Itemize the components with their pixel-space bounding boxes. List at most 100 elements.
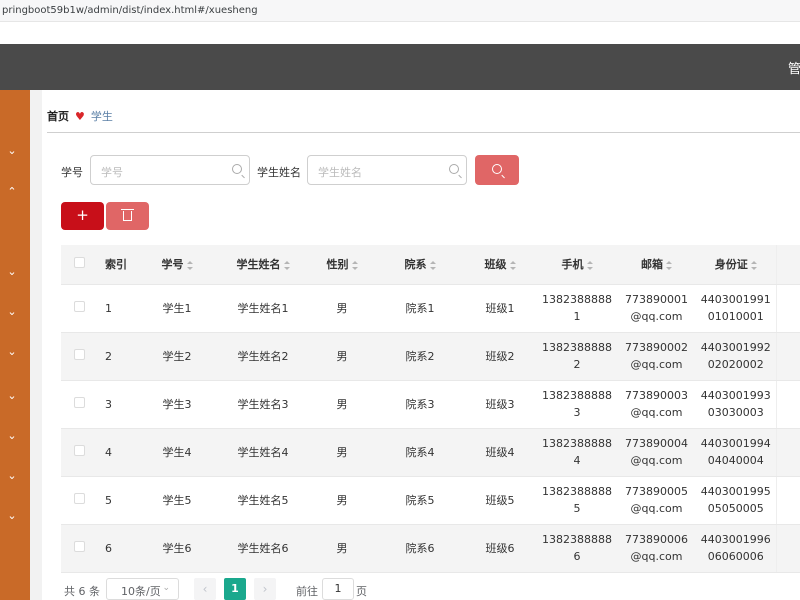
search-id-magnifier-icon	[232, 164, 242, 174]
column-header-email[interactable]: 邮箱	[617, 245, 696, 285]
column-header-id[interactable]: 学号	[135, 245, 219, 285]
breadcrumb-divider	[47, 132, 800, 133]
table-row[interactable]: 6 学生6 学生姓名6 男 院系6 班级6 1382388888 6 773890…	[61, 524, 800, 573]
column-header-label: 学号	[161, 258, 184, 272]
cell-email: 773890003 @qq.com	[617, 380, 696, 429]
cell-idcard-line2: 02020002	[707, 358, 764, 371]
cell-email-line1: 773890006	[625, 533, 688, 546]
trash-icon	[121, 209, 134, 221]
cell-id: 学生4	[135, 428, 219, 477]
cell-name: 学生姓名5	[219, 476, 307, 525]
sort-icon[interactable]	[586, 260, 593, 270]
table-row[interactable]: 1 学生1 学生姓名1 男 院系1 班级1 1382388888 1 773890…	[61, 284, 800, 333]
cell-email-line1: 773890003	[625, 389, 688, 402]
browser-url-bar[interactable]: pringboot59b1w/admin/dist/index.html#/xu…	[0, 0, 800, 22]
row-checkbox[interactable]	[73, 540, 85, 552]
sort-icon[interactable]	[351, 260, 358, 270]
url-text: pringboot59b1w/admin/dist/index.html#/xu…	[2, 5, 258, 16]
sort-icon[interactable]	[509, 260, 516, 270]
row-checkbox[interactable]	[73, 492, 85, 504]
next-page-button[interactable]: ›	[254, 578, 276, 600]
cell-id: 学生5	[135, 476, 219, 525]
sort-icon[interactable]	[750, 260, 757, 270]
row-checkbox-cell[interactable]	[61, 428, 97, 477]
row-checkbox[interactable]	[73, 396, 85, 408]
sidebar-item-4-chevron-icon[interactable]: ⌄	[0, 346, 24, 358]
table-row[interactable]: 5 学生5 学生姓名5 男 院系5 班级5 1382388888 5 773890…	[61, 476, 800, 525]
column-header-dept[interactable]: 院系	[377, 245, 463, 285]
row-checkbox-cell[interactable]	[61, 284, 97, 333]
cell-gender: 男	[307, 284, 377, 333]
sort-icon[interactable]	[186, 260, 193, 270]
row-checkbox-cell[interactable]	[61, 476, 97, 525]
header-user-label[interactable]: 管	[788, 58, 800, 77]
cell-dept: 院系1	[377, 284, 463, 333]
sort-icon[interactable]	[666, 260, 672, 270]
row-checkbox[interactable]	[73, 300, 85, 312]
column-header-name[interactable]: 学生姓名	[219, 245, 307, 285]
cell-name: 学生姓名4	[219, 428, 307, 477]
header-select-all[interactable]	[61, 245, 97, 285]
add-button[interactable]: +	[61, 202, 104, 230]
cell-email: 773890002 @qq.com	[617, 332, 696, 381]
cell-phone: 1382388888 6	[537, 524, 617, 573]
prev-page-button[interactable]: ‹	[194, 578, 216, 600]
search-id-input[interactable]: 学号	[90, 155, 250, 185]
goto-label: 前往	[296, 585, 318, 598]
column-header-index: 索引	[97, 245, 135, 285]
cell-email-line1: 773890002	[625, 341, 688, 354]
sidebar-item-8-chevron-icon[interactable]: ⌄	[0, 510, 24, 522]
cell-phone-line1: 1382388888	[542, 341, 612, 354]
sidebar-item-6-chevron-icon[interactable]: ⌄	[0, 430, 24, 442]
page-size-select[interactable]: 10条/页 ⌄	[106, 578, 179, 600]
sidebar-item-3-chevron-icon[interactable]: ⌄	[0, 306, 24, 318]
search-name-placeholder: 学生姓名	[318, 166, 362, 179]
cell-idcard-line1: 4403001992	[700, 341, 771, 354]
cell-idcard-line2: 06060006	[707, 550, 764, 563]
sort-icon[interactable]	[283, 260, 290, 270]
cell-email-line2: @qq.com	[630, 454, 683, 467]
cell-overflow	[775, 284, 800, 333]
column-header-class[interactable]: 班级	[463, 245, 537, 285]
column-header-gender[interactable]: 性别	[307, 245, 377, 285]
breadcrumb-home[interactable]: 首页	[47, 108, 69, 124]
cell-name: 学生姓名1	[219, 284, 307, 333]
sort-icon[interactable]	[429, 260, 436, 270]
sidebar-item-5-chevron-icon[interactable]: ⌄	[0, 390, 24, 402]
column-header-label: 学生姓名	[236, 258, 281, 272]
row-checkbox-cell[interactable]	[61, 524, 97, 573]
top-header: 管	[0, 44, 800, 90]
column-header-phone[interactable]: 手机	[537, 245, 617, 285]
cell-phone-line1: 1382388888	[542, 437, 612, 450]
sidebar-item-1-chevron-icon[interactable]: ⌃	[0, 186, 24, 198]
column-header-idcard[interactable]: 身份证	[696, 245, 776, 285]
row-checkbox[interactable]	[73, 444, 85, 456]
cell-phone-line2: 2	[573, 358, 581, 371]
table-row[interactable]: 2 学生2 学生姓名2 男 院系2 班级2 1382388888 2 773890…	[61, 332, 800, 381]
column-header-label: 手机	[561, 258, 584, 272]
cell-phone: 1382388888 4	[537, 428, 617, 477]
search-button[interactable]	[475, 155, 519, 185]
goto-page-input[interactable]: 1	[322, 578, 354, 600]
delete-button[interactable]	[106, 202, 149, 230]
sidebar-item-7-chevron-icon[interactable]: ⌄	[0, 470, 24, 482]
cell-email-line1: 773890005	[625, 485, 688, 498]
cell-gender: 男	[307, 428, 377, 477]
page-number-current[interactable]: 1	[224, 578, 246, 600]
cell-idcard-line2: 04040004	[707, 454, 764, 467]
cell-phone: 1382388888 5	[537, 476, 617, 525]
table-row[interactable]: 4 学生4 学生姓名4 男 院系4 班级4 1382388888 4 773890…	[61, 428, 800, 477]
cell-idcard: 4403001996 06060006	[696, 524, 776, 573]
cell-email: 773890006 @qq.com	[617, 524, 696, 573]
row-checkbox-cell[interactable]	[61, 380, 97, 429]
select-all-checkbox[interactable]	[73, 257, 85, 269]
search-name-input[interactable]: 学生姓名	[307, 155, 467, 185]
sidebar-item-0-chevron-icon[interactable]: ⌄	[0, 145, 24, 157]
row-checkbox[interactable]	[73, 348, 85, 360]
cell-class: 班级4	[463, 428, 537, 477]
sidebar-item-2-chevron-icon[interactable]: ⌄	[0, 266, 24, 278]
row-checkbox-cell[interactable]	[61, 332, 97, 381]
column-header-label: 索引	[105, 258, 127, 272]
column-header-label: 院系	[404, 258, 427, 272]
table-row[interactable]: 3 学生3 学生姓名3 男 院系3 班级3 1382388888 3 773890…	[61, 380, 800, 429]
